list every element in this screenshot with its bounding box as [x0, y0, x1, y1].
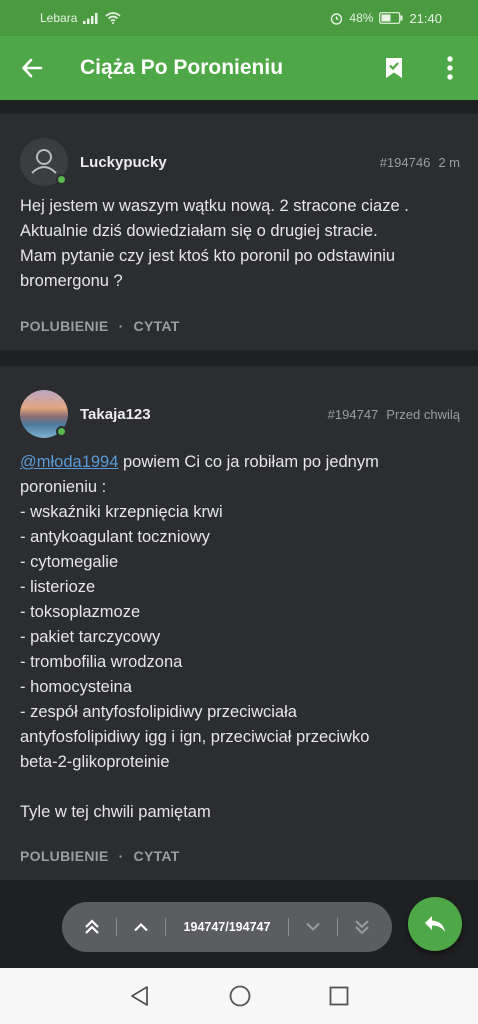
double-chevron-up-icon: [85, 919, 99, 934]
double-chevron-down-icon: [355, 920, 369, 935]
separator-dot: ·: [118, 318, 124, 334]
post-line: [20, 775, 460, 800]
post-line: antyfosfolipidiwy igg i ign, przeciwciał…: [20, 728, 370, 746]
username[interactable]: Takaja123: [80, 406, 328, 423]
post-navigator: 194747/194747: [62, 902, 392, 952]
bookmark-check-icon: [386, 58, 402, 78]
post-body: @młoda1994 powiem Ci co ja robiłam po je…: [20, 450, 460, 825]
chevron-down-icon: [306, 922, 320, 931]
post-header: Takaja123 #194747 Przed chwilą: [20, 390, 460, 438]
post-time: Przed chwilą: [386, 406, 460, 422]
post-line: beta-2-glikoproteinie: [20, 753, 170, 771]
online-indicator: [56, 426, 67, 437]
post-text: powiem Ci co ja robiłam po jednym: [118, 453, 379, 471]
carrier-label: Lebara: [40, 11, 78, 25]
post-id[interactable]: #194746: [380, 155, 431, 170]
avatar[interactable]: [20, 390, 68, 438]
back-triangle-icon[interactable]: [129, 985, 151, 1007]
jump-first-button[interactable]: [68, 902, 116, 952]
post-time: 2 m: [438, 154, 460, 170]
back-button[interactable]: [0, 36, 64, 100]
post-card: Luckypucky #194746 2 m Hej jestem w waszy…: [0, 114, 478, 350]
separator-dot: ·: [118, 848, 124, 864]
avatar[interactable]: [20, 138, 68, 186]
more-vertical-icon: [447, 56, 453, 80]
battery-percent: 48%: [349, 11, 374, 25]
post-line: - cytomegalie: [20, 553, 119, 571]
post-line: Mam pytanie czy jest ktoś kto poronil po…: [20, 247, 396, 265]
quote-button[interactable]: CYTAT: [134, 318, 180, 334]
page-title: Ciąża Po Poronieniu: [80, 56, 284, 79]
status-bar: Lebara 48% 21:40: [0, 0, 478, 36]
alarm-icon: [331, 12, 343, 25]
post-id[interactable]: #194747: [328, 407, 379, 422]
post-actions: POLUBIENIE · CYTAT: [20, 848, 180, 864]
reply-button[interactable]: [408, 897, 462, 951]
recents-square-icon[interactable]: [329, 986, 349, 1006]
jump-last-button[interactable]: [338, 902, 386, 952]
app-bar: Ciąża Po Poronieniu: [0, 36, 478, 100]
post-line: - homocysteina: [20, 678, 132, 696]
post-line: @młoda1994 powiem Ci co ja robiłam po je…: [20, 450, 460, 475]
post-line: Hej jestem w waszym wątku nową. 2 straco…: [20, 197, 409, 215]
post-line: - toksoplazmoze: [20, 603, 141, 621]
post-line: Tyle w tej chwili pamiętam: [20, 803, 211, 821]
username[interactable]: Luckypucky: [80, 154, 380, 171]
home-circle-icon[interactable]: [229, 985, 251, 1007]
post-line: Aktualnie dziś dowiedziałam się o drugie…: [20, 222, 378, 240]
post-line: - antykoagulant toczniowy: [20, 528, 210, 546]
clock: 21:40: [409, 10, 442, 26]
post-card: Takaja123 #194747 Przed chwilą @młoda1994…: [0, 366, 478, 880]
signal-icon: [83, 13, 98, 24]
post-actions: POLUBIENIE · CYTAT: [20, 318, 180, 334]
like-button[interactable]: POLUBIENIE: [20, 318, 109, 334]
reply-icon: [425, 916, 445, 932]
bookmark-button[interactable]: [366, 36, 422, 100]
online-indicator: [56, 174, 67, 185]
post-line: bromergonu ?: [20, 272, 123, 290]
post-position[interactable]: 194747/194747: [166, 920, 288, 934]
more-options-button[interactable]: [422, 36, 478, 100]
wifi-icon: [105, 12, 121, 24]
post-meta: #194746 2 m: [380, 155, 460, 170]
post-feed[interactable]: Luckypucky #194746 2 m Hej jestem w waszy…: [0, 100, 478, 968]
post-line: - listerioze: [20, 578, 96, 596]
next-button[interactable]: [289, 902, 337, 952]
like-button[interactable]: POLUBIENIE: [20, 848, 109, 864]
arrow-left-icon: [22, 58, 43, 78]
post-meta: #194747 Przed chwilą: [328, 407, 460, 422]
post-line: - zespół antyfosfolipidiwy przeciwciała: [20, 703, 297, 721]
system-navigation-bar: [0, 968, 478, 1024]
battery-icon: [379, 12, 403, 24]
post-line: - pakiet tarczycowy: [20, 628, 161, 646]
post-line: - trombofilia wrodzona: [20, 653, 183, 671]
post-line: poronieniu :: [20, 478, 107, 496]
previous-button[interactable]: [117, 902, 165, 952]
quote-button[interactable]: CYTAT: [134, 848, 180, 864]
post-line: - wskaźniki krzepnięcia krwi: [20, 503, 223, 521]
post-body: Hej jestem w waszym wątku nową. 2 straco…: [20, 194, 460, 294]
post-header: Luckypucky #194746 2 m: [20, 138, 460, 186]
chevron-up-icon: [134, 922, 148, 932]
mention-link[interactable]: @młoda1994: [20, 453, 118, 471]
